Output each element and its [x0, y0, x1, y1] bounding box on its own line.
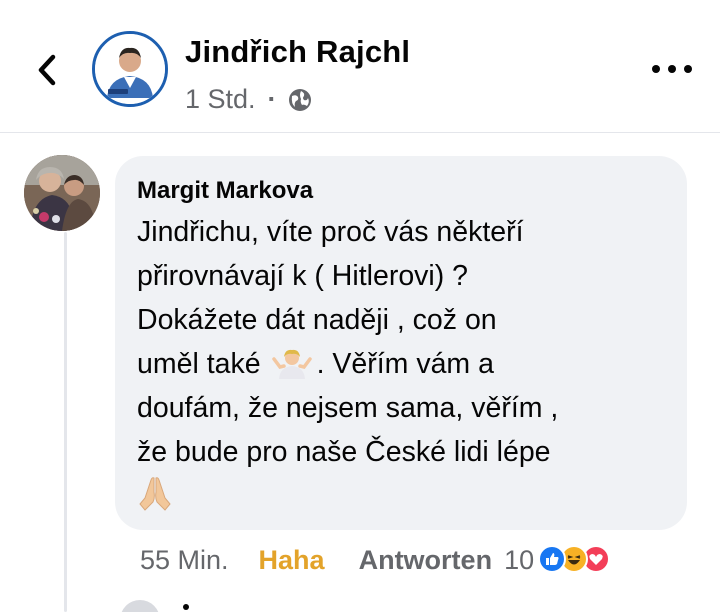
person-shrugging-emoji: [271, 349, 312, 379]
reply-button[interactable]: Antworten: [359, 545, 492, 576]
comment-line: doufám, že nejsem sama, věřím ,: [137, 392, 559, 424]
comment-actions: 55 Min. Haha Antworten 10: [140, 540, 611, 580]
comment-line: přirovnávají k ( Hitlerovi) ?: [137, 260, 469, 292]
next-comment-indicator: [183, 604, 189, 610]
thread-line: [64, 232, 67, 612]
haha-reaction-button[interactable]: Haha: [259, 545, 325, 576]
comment-text: Jindřichu, víte proč vás někteří přirovn…: [137, 210, 665, 519]
comment-line: . Věřím vám a: [316, 348, 494, 380]
back-button[interactable]: [30, 50, 64, 90]
reaction-summary[interactable]: [538, 543, 611, 577]
next-comment-avatar[interactable]: [120, 600, 160, 612]
commenter-photo: [24, 155, 100, 231]
commenter-avatar[interactable]: [24, 155, 100, 231]
more-options-button[interactable]: [652, 56, 692, 82]
comment-line: Jindřichu, víte proč vás někteří: [137, 216, 524, 248]
comment-line: Dokážete dát naději , což on: [137, 304, 497, 336]
page-avatar-image: [95, 34, 165, 104]
globe-icon: [288, 88, 311, 111]
comment-line-with-emoji: uměl také . Věřím vám a: [137, 342, 665, 386]
meta-separator: ·: [267, 84, 277, 114]
comment-author[interactable]: Margit Markova: [137, 176, 313, 206]
post-time[interactable]: 1 Std.: [185, 84, 256, 115]
like-icon: [538, 545, 567, 573]
more-dots-icon: [652, 65, 660, 73]
comment-bubble: Margit Markova Jindřichu, víte proč vás …: [115, 156, 687, 530]
comment-line-emoji: [137, 474, 665, 519]
header-divider: [0, 132, 720, 133]
comment-line: že bude pro naše České lidi lépe: [137, 436, 551, 468]
page-avatar[interactable]: [92, 31, 168, 107]
comment-time[interactable]: 55 Min.: [140, 545, 229, 576]
comment-line: uměl také: [137, 348, 261, 380]
chevron-left-icon: [38, 54, 56, 86]
post-meta: 1 Std. ·: [185, 84, 313, 115]
folded-hands-emoji: [139, 477, 171, 511]
post-header: Jindřich Rajchl 1 Std. ·: [0, 0, 720, 132]
page-name[interactable]: Jindřich Rajchl: [185, 34, 410, 70]
reaction-count[interactable]: 10: [504, 545, 534, 576]
